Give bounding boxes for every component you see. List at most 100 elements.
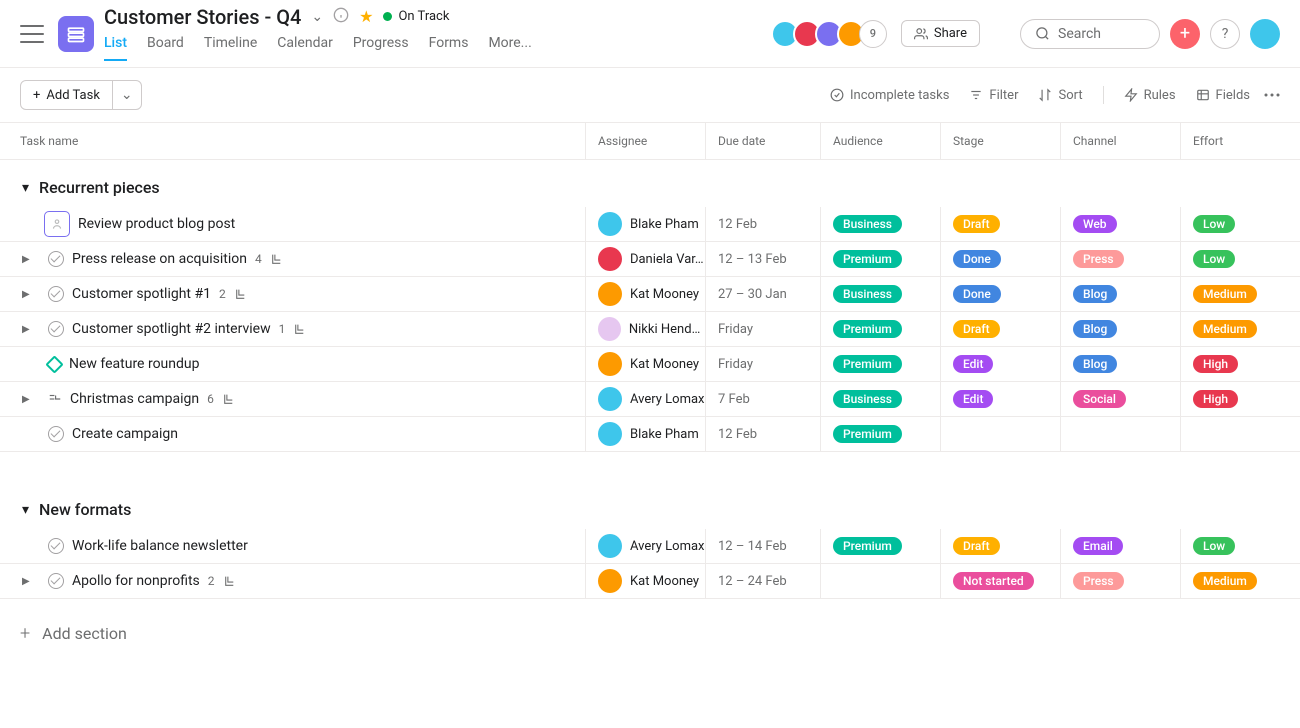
star-icon[interactable]: ★ (359, 7, 373, 26)
project-icon[interactable] (58, 16, 94, 52)
add-section-button[interactable]: + Add section (0, 599, 1300, 644)
cell-audience[interactable]: Business (821, 277, 941, 311)
milestone-icon[interactable] (45, 355, 63, 373)
section-header[interactable]: ▾Recurrent pieces (0, 160, 1300, 207)
section-caret-icon[interactable]: ▾ (22, 502, 29, 518)
col-header-effort[interactable]: Effort (1181, 123, 1300, 159)
complete-check-icon[interactable] (48, 251, 64, 267)
cell-assignee[interactable]: Avery Lomax (586, 529, 706, 563)
task-row[interactable]: ▶Work-life balance newsletterAvery Lomax… (0, 529, 1300, 564)
cell-due[interactable]: 12 Feb (706, 207, 821, 241)
cell-audience[interactable]: Premium (821, 529, 941, 563)
section-caret-icon[interactable]: ▾ (22, 180, 29, 196)
cell-task[interactable]: ▶Review product blog post (0, 207, 586, 241)
tab-progress[interactable]: Progress (353, 35, 409, 61)
cell-audience[interactable] (821, 564, 941, 598)
col-header-assignee[interactable]: Assignee (586, 123, 706, 159)
cell-channel[interactable]: Social (1061, 382, 1181, 416)
cell-effort[interactable]: High (1181, 382, 1300, 416)
tab-timeline[interactable]: Timeline (204, 35, 257, 61)
cell-effort[interactable]: High (1181, 347, 1300, 381)
cell-task[interactable]: ▶New feature roundup (0, 347, 586, 381)
task-row[interactable]: ▶Customer spotlight #12Kat Mooney27 – 30… (0, 277, 1300, 312)
me-avatar[interactable] (1250, 19, 1280, 49)
cell-stage[interactable]: Edit (941, 347, 1061, 381)
cell-stage[interactable] (941, 417, 1061, 451)
cell-stage[interactable]: Done (941, 277, 1061, 311)
incomplete-filter[interactable]: Incomplete tasks (830, 88, 949, 103)
status-pill[interactable]: On Track (383, 9, 449, 24)
approval-icon[interactable] (44, 211, 70, 237)
cell-assignee[interactable]: Daniela Var... (586, 242, 706, 276)
cell-channel[interactable]: Press (1061, 564, 1181, 598)
col-header-stage[interactable]: Stage (941, 123, 1061, 159)
cell-task[interactable]: ▶Customer spotlight #2 interview1 (0, 312, 586, 346)
task-row[interactable]: ▶Christmas campaign6Avery Lomax7 FebBusi… (0, 382, 1300, 417)
tab-forms[interactable]: Forms (429, 35, 469, 61)
cell-audience[interactable]: Business (821, 207, 941, 241)
cell-task[interactable]: ▶Customer spotlight #12 (0, 277, 586, 311)
info-icon[interactable] (333, 7, 349, 27)
cell-channel[interactable] (1061, 417, 1181, 451)
help-button[interactable]: ? (1210, 19, 1240, 49)
cell-effort[interactable]: Low (1181, 242, 1300, 276)
cell-effort[interactable] (1181, 417, 1300, 451)
tab-more[interactable]: More... (488, 35, 531, 61)
sort-button[interactable]: Sort (1038, 88, 1082, 103)
expand-caret-icon[interactable]: ▶ (22, 576, 34, 587)
col-header-task[interactable]: Task name (0, 123, 586, 159)
complete-check-icon[interactable] (48, 426, 64, 442)
cell-due[interactable]: 12 – 24 Feb (706, 564, 821, 598)
task-row[interactable]: ▶Review product blog postBlake Pham12 Fe… (0, 207, 1300, 242)
share-button[interactable]: Share (901, 20, 980, 47)
cell-effort[interactable]: Low (1181, 529, 1300, 563)
avatar-overflow[interactable]: 9 (859, 20, 887, 48)
col-header-due[interactable]: Due date (706, 123, 821, 159)
cell-assignee[interactable]: Kat Mooney (586, 347, 706, 381)
add-task-dropdown[interactable]: ⌄ (113, 81, 141, 109)
cell-stage[interactable]: Draft (941, 312, 1061, 346)
cell-channel[interactable]: Web (1061, 207, 1181, 241)
cell-due[interactable]: 12 – 13 Feb (706, 242, 821, 276)
fields-button[interactable]: Fields (1196, 88, 1250, 103)
subtask-parent-icon[interactable] (48, 392, 62, 406)
cell-task[interactable]: ▶Press release on acquisition4 (0, 242, 586, 276)
complete-check-icon[interactable] (48, 321, 64, 337)
task-row[interactable]: ▶New feature roundupKat MooneyFridayPrem… (0, 347, 1300, 382)
cell-assignee[interactable]: Kat Mooney (586, 277, 706, 311)
cell-audience[interactable]: Premium (821, 347, 941, 381)
tab-list[interactable]: List (104, 35, 127, 61)
complete-check-icon[interactable] (48, 573, 64, 589)
cell-audience[interactable]: Premium (821, 312, 941, 346)
tab-board[interactable]: Board (147, 35, 184, 61)
cell-stage[interactable]: Edit (941, 382, 1061, 416)
cell-task[interactable]: ▶Apollo for nonprofits2 (0, 564, 586, 598)
menu-icon[interactable] (20, 25, 44, 43)
cell-audience[interactable]: Business (821, 382, 941, 416)
rules-button[interactable]: Rules (1124, 88, 1176, 103)
cell-task[interactable]: ▶Work-life balance newsletter (0, 529, 586, 563)
tab-calendar[interactable]: Calendar (277, 35, 333, 61)
col-header-audience[interactable]: Audience (821, 123, 941, 159)
global-add-button[interactable]: + (1170, 19, 1200, 49)
cell-due[interactable]: Friday (706, 312, 821, 346)
expand-caret-icon[interactable]: ▶ (22, 324, 34, 335)
cell-assignee[interactable]: Blake Pham (586, 207, 706, 241)
cell-task[interactable]: ▶Create campaign (0, 417, 586, 451)
cell-effort[interactable]: Medium (1181, 564, 1300, 598)
cell-channel[interactable]: Blog (1061, 277, 1181, 311)
cell-audience[interactable]: Premium (821, 417, 941, 451)
task-row[interactable]: ▶Customer spotlight #2 interview1Nikki H… (0, 312, 1300, 347)
cell-due[interactable]: 12 – 14 Feb (706, 529, 821, 563)
cell-assignee[interactable]: Kat Mooney (586, 564, 706, 598)
cell-due[interactable]: 27 – 30 Jan (706, 277, 821, 311)
cell-assignee[interactable]: Avery Lomax (586, 382, 706, 416)
cell-channel[interactable]: Blog (1061, 347, 1181, 381)
complete-check-icon[interactable] (48, 538, 64, 554)
cell-assignee[interactable]: Nikki Hende... (586, 312, 706, 346)
chevron-down-icon[interactable]: ⌄ (311, 9, 323, 25)
task-row[interactable]: ▶Apollo for nonprofits2Kat Mooney12 – 24… (0, 564, 1300, 599)
cell-channel[interactable]: Blog (1061, 312, 1181, 346)
expand-caret-icon[interactable]: ▶ (22, 289, 34, 300)
cell-task[interactable]: ▶Christmas campaign6 (0, 382, 586, 416)
